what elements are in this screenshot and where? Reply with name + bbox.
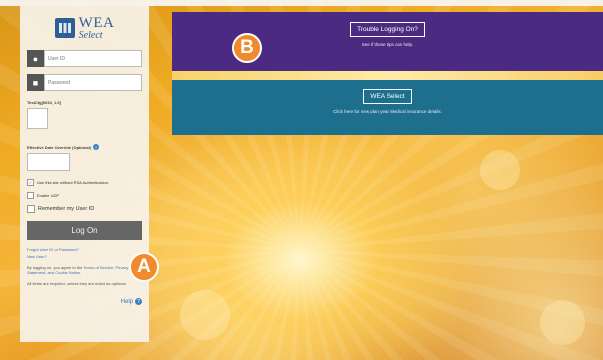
banner-divider [172, 71, 603, 80]
test-cfg-input[interactable] [27, 108, 48, 129]
password-input[interactable] [44, 74, 142, 91]
wea-select-subtext[interactable]: Click here for new plan year Medical ins… [333, 109, 442, 114]
callout-marker-b: B [232, 33, 262, 63]
udp-option: Enable UDP [27, 192, 142, 199]
test-cfg-label: TestCfg[6034_1.0] [27, 100, 61, 105]
remember-option: Remember my User ID [27, 205, 142, 213]
new-user-link[interactable]: New User? [27, 254, 142, 259]
rsa-checkbox[interactable]: ✓ [27, 179, 34, 186]
wea-logo-icon [54, 18, 75, 38]
user-id-field: ● [27, 50, 142, 67]
udp-label: Enable UDP [37, 193, 60, 198]
trouble-subtext: See if these tips can help. [361, 42, 414, 47]
wea-logo: WEA Select [27, 13, 142, 43]
user-id-input[interactable] [44, 50, 142, 67]
forgot-link[interactable]: Forgot User ID or Password? [27, 247, 142, 252]
help-link-row[interactable]: Help ? [27, 298, 142, 305]
background-bokeh [180, 290, 230, 340]
background-bokeh [540, 300, 585, 345]
rsa-label: Use this site without RSA Authentication… [37, 180, 110, 185]
rsa-option: ✓ Use this site without RSA Authenticati… [27, 179, 142, 186]
login-panel: WEA Select ● ■ TestCfg[6034_1.0] Effecti… [20, 6, 149, 342]
remember-label: Remember my User ID [38, 206, 95, 212]
wea-select-banner: WEA Select Click here for new plan year … [172, 80, 603, 135]
password-field: ■ [27, 74, 142, 91]
effective-date-input[interactable] [27, 153, 70, 171]
required-note: All fields are required, unless they are… [27, 281, 127, 286]
callout-marker-a: A [129, 252, 159, 282]
logo-wea-text: WEA [78, 14, 115, 31]
help-icon[interactable]: ? [93, 144, 100, 150]
help-icon[interactable]: ? [135, 298, 142, 305]
logo-select-text: Select [78, 29, 103, 41]
remember-checkbox[interactable] [27, 205, 35, 213]
agreement-text: By logging on, you agree to the Terms of… [27, 265, 142, 275]
wea-select-button[interactable]: WEA Select [363, 89, 412, 104]
help-label[interactable]: Help [121, 299, 133, 305]
background-bokeh [480, 150, 520, 190]
lock-icon: ■ [27, 74, 44, 91]
effective-date-label: Effective Date Override (Optional) [27, 144, 92, 150]
log-on-button[interactable]: Log On [27, 221, 142, 240]
trouble-logging-on-button[interactable]: Trouble Logging On? [350, 22, 425, 37]
udp-checkbox[interactable] [27, 192, 34, 199]
user-icon: ● [27, 50, 44, 67]
